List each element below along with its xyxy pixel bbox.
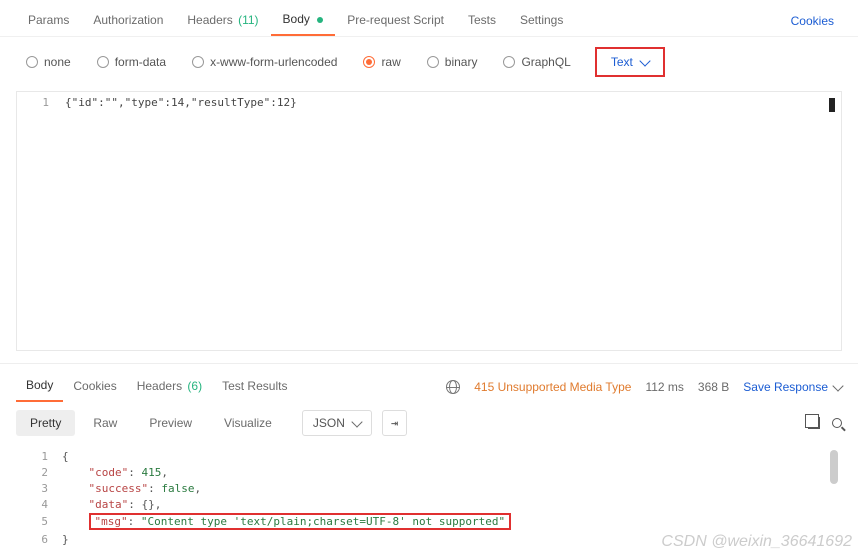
bodytype-binary[interactable]: binary xyxy=(417,51,488,73)
raw-format-label: Text xyxy=(611,55,633,69)
line-code: "code": 415, xyxy=(58,465,172,480)
copy-icon[interactable] xyxy=(808,417,820,429)
unsaved-dot-icon xyxy=(317,17,323,23)
json-key: "code" xyxy=(89,466,129,479)
line-number: 5 xyxy=(16,514,58,529)
wrap-lines-button[interactable]: ⇥ xyxy=(382,410,407,436)
response-body-editor[interactable]: 1 { 2 "code": 415, 3 "success": false, 4… xyxy=(16,448,842,547)
line-code: {"id":"","type":14,"resultType":12} xyxy=(59,92,303,113)
bodytype-binary-label: binary xyxy=(445,55,478,69)
line-number: 4 xyxy=(16,497,58,512)
line-number: 1 xyxy=(17,92,59,113)
bodytype-formdata[interactable]: form-data xyxy=(87,51,176,73)
wrap-icon: ⇥ xyxy=(391,416,398,430)
tab-headers-label: Headers xyxy=(187,13,232,27)
json-value: 415 xyxy=(142,466,162,479)
json-key: "success" xyxy=(89,482,149,495)
json-key: "msg" xyxy=(95,515,128,528)
resp-tab-cookies[interactable]: Cookies xyxy=(63,373,126,401)
resp-tab-headers-count: (6) xyxy=(187,379,202,393)
bodytype-raw[interactable]: raw xyxy=(353,51,410,73)
view-visualize[interactable]: Visualize xyxy=(210,410,286,436)
resp-tab-headers-label: Headers xyxy=(137,379,182,393)
view-pretty[interactable]: Pretty xyxy=(16,410,75,436)
radio-icon xyxy=(427,56,439,68)
tab-settings[interactable]: Settings xyxy=(508,7,575,35)
line-code: "success": false, xyxy=(58,481,205,496)
globe-icon[interactable] xyxy=(446,380,460,394)
tab-headers-count: (11) xyxy=(238,13,258,27)
resp-line: 6 } xyxy=(16,531,842,547)
chevron-down-icon xyxy=(832,380,843,391)
brace: { xyxy=(62,450,69,463)
save-response-button[interactable]: Save Response xyxy=(743,380,842,394)
bodytype-none[interactable]: none xyxy=(16,51,81,73)
json-value: "Content type 'text/plain;charset=UTF-8'… xyxy=(141,515,505,528)
line-code: "msg": "Content type 'text/plain;charset… xyxy=(58,512,515,531)
view-preview[interactable]: Preview xyxy=(135,410,206,436)
request-body-editor[interactable]: 1 {"id":"","type":14,"resultType":12} xyxy=(16,91,842,351)
bodytype-none-label: none xyxy=(44,55,71,69)
view-raw[interactable]: Raw xyxy=(79,410,131,436)
status-code: 415 Unsupported Media Type xyxy=(474,380,631,394)
radio-icon xyxy=(97,56,109,68)
response-toolbar: Pretty Raw Preview Visualize JSON ⇥ xyxy=(0,402,858,444)
raw-format-dropdown[interactable]: Text xyxy=(595,47,665,77)
response-format-dropdown[interactable]: JSON xyxy=(302,410,372,436)
json-value: {} xyxy=(142,498,155,511)
bodytype-xwww-label: x-www-form-urlencoded xyxy=(210,55,337,69)
resp-line: 3 "success": false, xyxy=(16,480,842,496)
response-time: 112 ms xyxy=(645,380,683,394)
bodytype-graphql[interactable]: GraphQL xyxy=(493,51,580,73)
resp-line: 2 "code": 415, xyxy=(16,464,842,480)
editor-line: 1 {"id":"","type":14,"resultType":12} xyxy=(17,92,841,113)
line-code: { xyxy=(58,449,73,464)
line-code: "data": {}, xyxy=(58,497,165,512)
response-tabs: Body Cookies Headers (6) Test Results 41… xyxy=(0,364,858,402)
response-format-label: JSON xyxy=(313,416,345,430)
chevron-down-icon xyxy=(351,416,362,427)
save-response-label: Save Response xyxy=(743,380,828,394)
chevron-down-icon xyxy=(639,55,650,66)
bodytype-graphql-label: GraphQL xyxy=(521,55,570,69)
line-number: 3 xyxy=(16,481,58,496)
tab-body[interactable]: Body xyxy=(271,6,336,36)
resp-line: 5 "msg": "Content type 'text/plain;chars… xyxy=(16,512,842,531)
radio-icon xyxy=(363,56,375,68)
line-number: 2 xyxy=(16,465,58,480)
json-value: false xyxy=(161,482,194,495)
resp-tab-body[interactable]: Body xyxy=(16,372,63,402)
radio-icon xyxy=(503,56,515,68)
resp-line: 1 { xyxy=(16,448,842,464)
response-status-bar: 415 Unsupported Media Type 112 ms 368 B … xyxy=(446,380,842,394)
json-key: "data" xyxy=(89,498,129,511)
bodytype-formdata-label: form-data xyxy=(115,55,166,69)
tab-headers[interactable]: Headers (11) xyxy=(175,7,270,35)
resp-line: 4 "data": {}, xyxy=(16,496,842,512)
tab-authorization[interactable]: Authorization xyxy=(81,7,175,35)
bodytype-xwww[interactable]: x-www-form-urlencoded xyxy=(182,51,347,73)
body-type-row: none form-data x-www-form-urlencoded raw… xyxy=(0,37,858,87)
request-tabs: Params Authorization Headers (11) Body P… xyxy=(0,0,858,37)
scrollbar[interactable] xyxy=(830,450,838,484)
highlighted-msg: "msg": "Content type 'text/plain;charset… xyxy=(89,513,512,530)
line-number: 1 xyxy=(16,449,58,464)
cookies-link[interactable]: Cookies xyxy=(783,8,842,34)
response-size: 368 B xyxy=(698,380,729,394)
line-code: } xyxy=(58,532,73,547)
line-number: 6 xyxy=(16,532,58,547)
tab-body-label: Body xyxy=(283,12,310,26)
bodytype-raw-label: raw xyxy=(381,55,400,69)
tab-prerequest[interactable]: Pre-request Script xyxy=(335,7,456,35)
text-cursor-icon xyxy=(829,98,835,112)
toolbar-right xyxy=(808,417,842,429)
tab-params[interactable]: Params xyxy=(16,7,81,35)
radio-icon xyxy=(26,56,38,68)
brace: } xyxy=(62,533,69,546)
resp-tab-testresults[interactable]: Test Results xyxy=(212,373,297,401)
search-icon[interactable] xyxy=(832,418,842,428)
resp-tab-headers[interactable]: Headers (6) xyxy=(127,373,212,401)
tab-tests[interactable]: Tests xyxy=(456,7,508,35)
radio-icon xyxy=(192,56,204,68)
